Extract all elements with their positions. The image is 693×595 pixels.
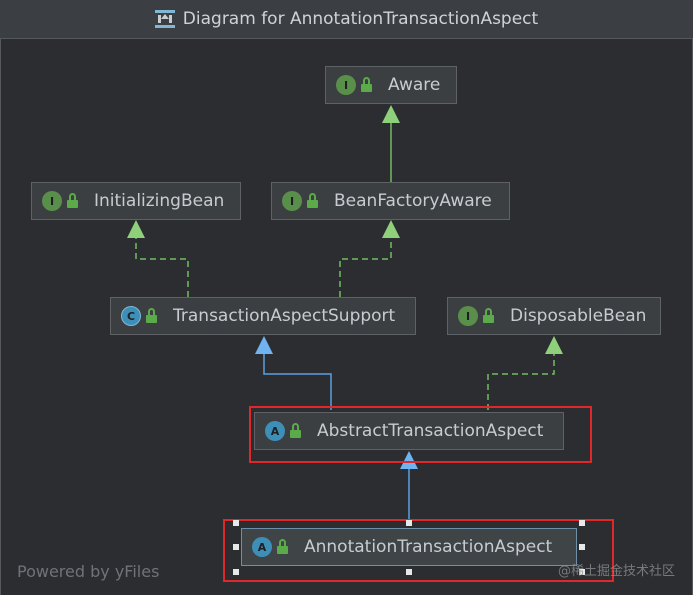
arrowhead-disposablebean	[545, 336, 563, 354]
arrowhead-beanfactoryaware	[382, 220, 400, 238]
node-label: InitializingBean	[94, 191, 225, 211]
selection-handle[interactable]	[233, 544, 239, 550]
lock-open-icon	[306, 193, 322, 209]
edge-ata-disposablebean	[487, 349, 555, 410]
arrowhead-aware	[382, 105, 400, 123]
lock-open-icon	[360, 77, 376, 93]
node-label: Aware	[388, 75, 441, 95]
lock-open-icon	[66, 193, 82, 209]
lock-open-icon	[482, 308, 498, 324]
node-disposable-bean[interactable]: I DisposableBean	[447, 297, 661, 335]
selection-handle[interactable]	[233, 569, 239, 575]
arrowhead-transactionaspectsupport	[255, 336, 273, 354]
node-bean-factory-aware[interactable]: I BeanFactoryAware	[271, 182, 510, 220]
powered-by-label: Powered by yFiles	[17, 562, 160, 581]
diagram-canvas[interactable]: I Aware I InitializingBean I BeanFactory…	[0, 39, 693, 595]
node-label: TransactionAspectSupport	[173, 306, 396, 326]
edge-tas-beanfactoryaware	[339, 234, 392, 297]
interface-icon: I	[336, 75, 356, 95]
watermark: @稀土掘金技术社区	[557, 564, 675, 579]
arrowhead-initializingbean	[127, 220, 145, 238]
window-title: Diagram for AnnotationTransactionAspect	[182, 9, 539, 29]
edge-tas-initializingbean	[135, 234, 189, 297]
node-initializing-bean[interactable]: I InitializingBean	[31, 182, 241, 220]
node-label: BeanFactoryAware	[334, 191, 492, 211]
node-aware[interactable]: I Aware	[325, 66, 457, 104]
highlight-box-annotation	[223, 519, 614, 582]
diagram-icon	[154, 10, 175, 28]
highlight-box-abstract	[249, 406, 592, 463]
edge-ata-tas	[263, 349, 332, 410]
node-label: DisposableBean	[510, 306, 647, 326]
node-transaction-aspect-support[interactable]: C TransactionAspectSupport	[110, 297, 416, 335]
selection-handle[interactable]	[579, 544, 585, 550]
lock-open-icon	[145, 308, 161, 324]
interface-icon: I	[42, 191, 62, 211]
selection-handle[interactable]	[579, 520, 585, 526]
interface-icon: I	[282, 191, 302, 211]
selection-handle[interactable]	[406, 520, 412, 526]
class-icon: C	[121, 306, 141, 326]
selection-handle[interactable]	[233, 520, 239, 526]
selection-handle[interactable]	[406, 569, 412, 575]
window-title-bar: Diagram for AnnotationTransactionAspect	[0, 0, 693, 39]
interface-icon: I	[458, 306, 478, 326]
